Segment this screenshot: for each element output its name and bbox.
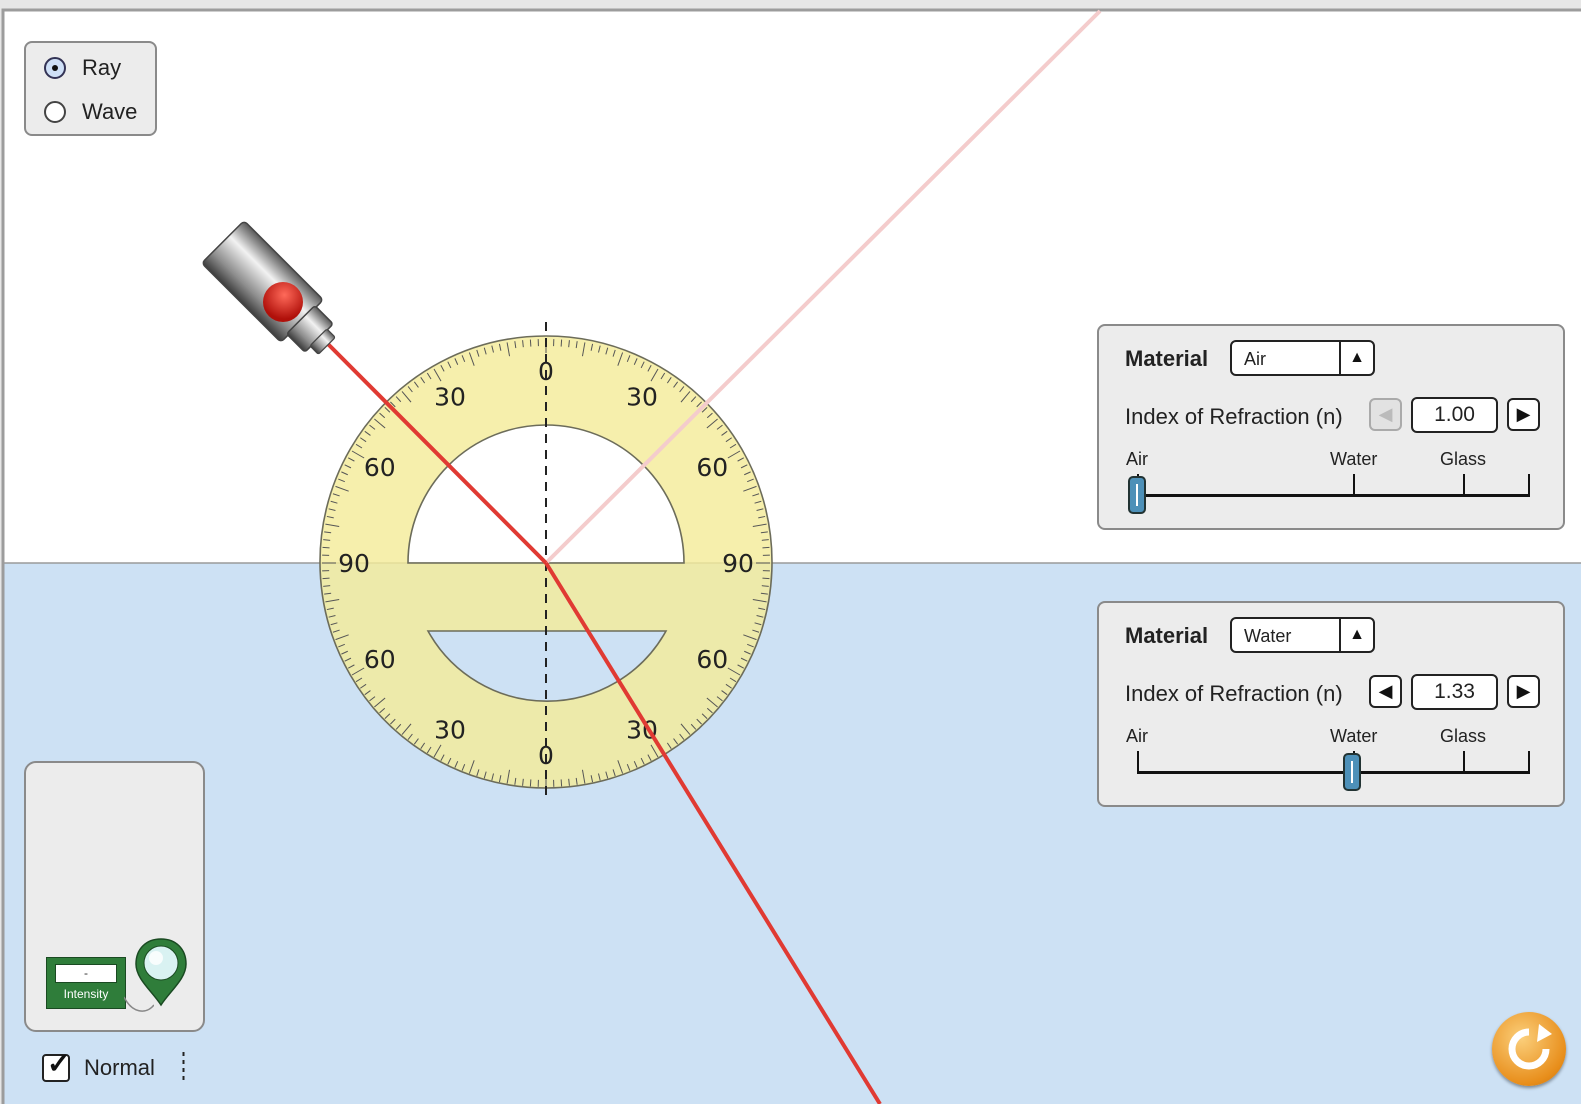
index-of-refraction-label: Index of Refraction (n) bbox=[1125, 681, 1343, 706]
increase-index-button[interactable]: ▶ bbox=[1507, 398, 1540, 431]
index-slider-track[interactable] bbox=[1137, 771, 1530, 774]
index-of-refraction-label: Index of Refraction (n) bbox=[1125, 404, 1343, 429]
wave-radio-button[interactable] bbox=[44, 101, 66, 123]
material-combo-box[interactable]: Water ▲ bbox=[1230, 617, 1375, 653]
decrease-index-button[interactable]: ◀ bbox=[1369, 675, 1402, 708]
intensity-meter[interactable]: - Intensity bbox=[46, 957, 126, 1009]
right-arrow-icon: ▶ bbox=[1516, 681, 1531, 701]
slider-label-glass: Glass bbox=[1440, 449, 1487, 469]
protractor-angle-label: 60 bbox=[696, 453, 728, 482]
material-combo-value: Water bbox=[1244, 626, 1292, 646]
material-label: Material bbox=[1125, 346, 1209, 371]
protractor-angle-label: 30 bbox=[434, 715, 466, 744]
scene-canvas: 0306090603003060906030 bbox=[1, 8, 1581, 1104]
slider-label-glass: Glass bbox=[1440, 726, 1487, 746]
decrease-index-button[interactable]: ◀ bbox=[1369, 398, 1402, 431]
toolbox-panel: - Intensity bbox=[24, 761, 205, 1032]
index-slider-thumb[interactable] bbox=[1128, 476, 1146, 514]
intensity-readout: - bbox=[55, 964, 117, 983]
bottom-medium-control-panel: Material Water ▲ Index of Refraction (n)… bbox=[1097, 601, 1565, 807]
index-slider-track[interactable] bbox=[1137, 494, 1530, 497]
index-slider-thumb[interactable] bbox=[1343, 753, 1362, 791]
normal-line-icon bbox=[182, 1052, 185, 1084]
check-mark-icon: ✓ bbox=[47, 1048, 71, 1079]
slider-tick-end bbox=[1528, 751, 1530, 773]
mode-selector-panel: Ray Wave bbox=[24, 41, 157, 136]
normal-checkbox[interactable]: ✓ bbox=[42, 1050, 70, 1082]
left-arrow-icon: ◀ bbox=[1378, 404, 1393, 424]
material-label: Material bbox=[1125, 623, 1209, 648]
slider-tick-glass bbox=[1463, 474, 1465, 496]
normal-label: Normal bbox=[84, 1055, 155, 1080]
wave-radio-option[interactable]: Wave bbox=[44, 97, 137, 127]
normal-toggle[interactable]: ✓ Normal bbox=[42, 1050, 155, 1084]
slider-tick-air bbox=[1137, 751, 1139, 773]
protractor-angle-label: 60 bbox=[364, 453, 396, 482]
material-combo-value: Air bbox=[1244, 349, 1266, 369]
ray-radio-label: Ray bbox=[82, 55, 122, 80]
intensity-label: Intensity bbox=[63, 987, 109, 1001]
right-arrow-icon: ▶ bbox=[1516, 404, 1531, 424]
left-arrow-icon: ◀ bbox=[1378, 681, 1393, 701]
ray-radio-button[interactable] bbox=[44, 57, 66, 79]
ray-radio-option[interactable]: Ray bbox=[44, 53, 121, 83]
protractor-angle-label: 60 bbox=[696, 645, 728, 674]
index-value-field[interactable]: 1.00 bbox=[1411, 397, 1498, 433]
protractor-angle-label: 30 bbox=[626, 383, 658, 412]
combo-arrow-icon[interactable]: ▲ bbox=[1339, 342, 1373, 374]
protractor-angle-label: 90 bbox=[722, 549, 754, 578]
slider-tick-water bbox=[1353, 474, 1355, 496]
probe-cable bbox=[124, 996, 154, 1012]
protractor-angle-label: 90 bbox=[338, 549, 370, 578]
simulation-stage: 0306090603003060906030 Ray Wave Material… bbox=[0, 0, 1581, 1104]
slider-label-air: Air bbox=[1126, 726, 1148, 746]
material-combo-box[interactable]: Air ▲ bbox=[1230, 340, 1375, 376]
reset-button[interactable] bbox=[1492, 1012, 1566, 1086]
reset-arrow-icon bbox=[1508, 1024, 1552, 1070]
slider-label-water: Water bbox=[1330, 726, 1378, 746]
index-value-field[interactable]: 1.33 bbox=[1411, 674, 1498, 710]
increase-index-button[interactable]: ▶ bbox=[1507, 675, 1540, 708]
top-medium-control-panel: Material Air ▲ Index of Refraction (n) ◀… bbox=[1097, 324, 1565, 530]
slider-label-water: Water bbox=[1330, 449, 1378, 469]
protractor-angle-label: 30 bbox=[434, 383, 466, 412]
slider-tick-glass bbox=[1463, 751, 1465, 773]
combo-arrow-icon[interactable]: ▲ bbox=[1339, 619, 1373, 651]
wave-radio-label: Wave bbox=[82, 99, 138, 124]
slider-tick-end bbox=[1528, 474, 1530, 496]
protractor-angle-label: 60 bbox=[364, 645, 396, 674]
slider-label-air: Air bbox=[1126, 449, 1148, 469]
